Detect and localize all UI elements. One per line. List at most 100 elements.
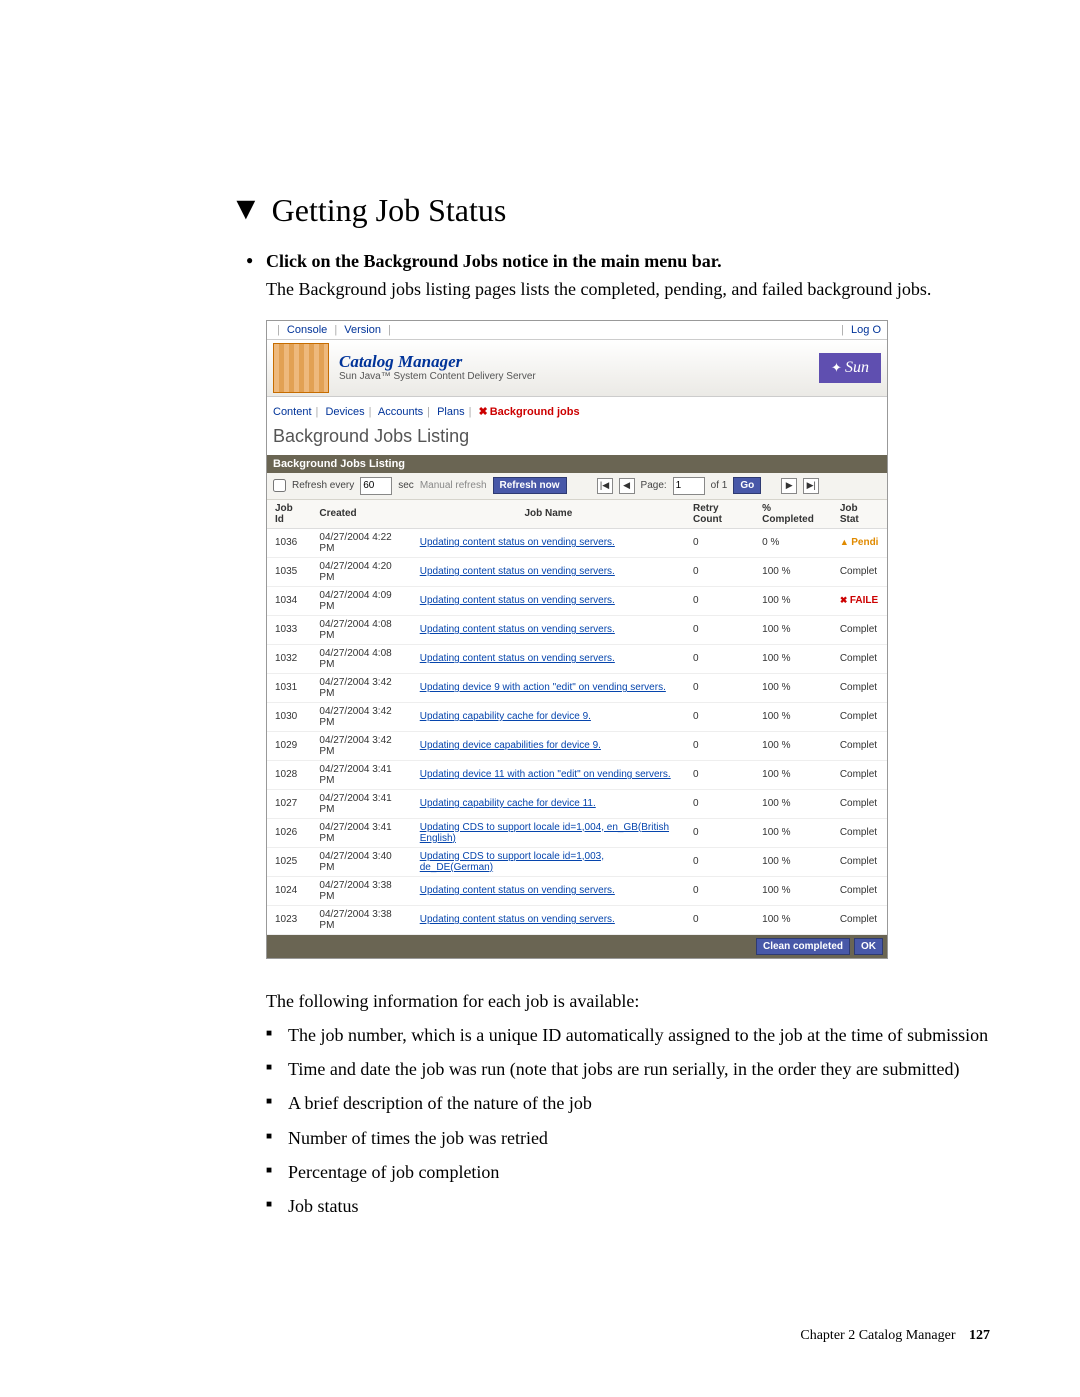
cell-jobname[interactable]: Updating CDS to support locale id=1,003,…	[412, 847, 685, 876]
page-input[interactable]	[673, 477, 705, 495]
cell-state: Complet	[832, 673, 887, 702]
cell-jobid: 1028	[267, 760, 311, 789]
table-row: 103204/27/2004 4:08 PMUpdating content s…	[267, 644, 887, 673]
cell-jobname[interactable]: Updating content status on vending serve…	[412, 528, 685, 557]
tab-accounts[interactable]: Accounts	[378, 406, 423, 418]
ss-header: Catalog Manager Sun Java™ System Content…	[267, 340, 887, 397]
cell-created: 04/27/2004 4:20 PM	[311, 557, 411, 586]
cell-pct: 100 %	[754, 876, 832, 905]
tab-plans[interactable]: Plans	[437, 406, 465, 418]
page-label: Page:	[641, 480, 667, 491]
nav-version[interactable]: Version	[344, 324, 381, 336]
cell-jobname[interactable]: Updating content status on vending serve…	[412, 876, 685, 905]
cell-jobid: 1033	[267, 615, 311, 644]
cell-pct: 100 %	[754, 760, 832, 789]
cell-jobid: 1030	[267, 702, 311, 731]
cell-retry: 0	[685, 760, 754, 789]
cell-jobname[interactable]: Updating content status on vending serve…	[412, 644, 685, 673]
list-item: Percentage of job completion	[266, 1160, 990, 1184]
clean-completed-button[interactable]: Clean completed	[756, 938, 850, 955]
ss-panel-title: Background Jobs Listing	[267, 455, 887, 473]
cell-jobid: 1025	[267, 847, 311, 876]
cell-pct: 100 %	[754, 615, 832, 644]
tab-content[interactable]: Content	[273, 406, 312, 418]
table-row: 102704/27/2004 3:41 PMUpdating capabilit…	[267, 789, 887, 818]
footer-chapter: Chapter 2 Catalog Manager	[800, 1328, 955, 1343]
cell-created: 04/27/2004 3:38 PM	[311, 905, 411, 934]
go-button[interactable]: Go	[733, 477, 761, 494]
cell-created: 04/27/2004 3:42 PM	[311, 673, 411, 702]
cell-state: Complet	[832, 905, 887, 934]
nav-logout[interactable]: Log O	[851, 324, 881, 336]
table-row: 103304/27/2004 4:08 PMUpdating content s…	[267, 615, 887, 644]
cell-pct: 100 %	[754, 557, 832, 586]
table-row: 103604/27/2004 4:22 PMUpdating content s…	[267, 528, 887, 557]
cell-retry: 0	[685, 615, 754, 644]
triangle-icon: ▼	[230, 190, 262, 227]
refresh-seconds-input[interactable]	[360, 477, 392, 495]
cell-retry: 0	[685, 644, 754, 673]
manual-label: Manual refresh	[420, 480, 487, 491]
ss-footbar: Clean completed OK	[267, 935, 887, 958]
app-subtitle: Sun Java™ System Content Delivery Server	[339, 371, 536, 382]
cell-retry: 0	[685, 557, 754, 586]
cell-created: 04/27/2004 3:41 PM	[311, 818, 411, 847]
step-title: Click on the Background Jobs notice in t…	[266, 249, 990, 273]
th-jobname: Job Name	[412, 500, 685, 529]
cell-jobname[interactable]: Updating capability cache for device 9.	[412, 702, 685, 731]
ok-button[interactable]: OK	[854, 938, 883, 955]
cell-jobid: 1023	[267, 905, 311, 934]
cell-state: Complet	[832, 644, 887, 673]
cell-jobname[interactable]: Updating CDS to support locale id=1,004,…	[412, 818, 685, 847]
prev-page-icon[interactable]: ◀	[619, 478, 635, 494]
refresh-now-button[interactable]: Refresh now	[493, 477, 567, 494]
section-heading: ▼Getting Job Status	[230, 190, 990, 229]
next-page-icon[interactable]: ▶	[781, 478, 797, 494]
cell-jobid: 1029	[267, 731, 311, 760]
th-pct: % Completed	[754, 500, 832, 529]
cell-state: Complet	[832, 702, 887, 731]
auto-refresh-checkbox[interactable]	[273, 479, 286, 492]
list-item: Time and date the job was run (note that…	[266, 1057, 990, 1081]
of-label: of 1	[711, 480, 728, 491]
tab-devices[interactable]: Devices	[325, 406, 364, 418]
cell-created: 04/27/2004 3:40 PM	[311, 847, 411, 876]
cell-jobname[interactable]: Updating content status on vending serve…	[412, 586, 685, 615]
cell-jobid: 1034	[267, 586, 311, 615]
table-row: 103104/27/2004 3:42 PMUpdating device 9 …	[267, 673, 887, 702]
sun-logo-icon: Sun	[819, 353, 881, 383]
ss-tabs: Content| Devices| Accounts| Plans| ✖Back…	[267, 397, 887, 422]
cell-created: 04/27/2004 3:42 PM	[311, 731, 411, 760]
first-page-icon[interactable]: |◀	[597, 478, 613, 494]
step-block: Click on the Background Jobs notice in t…	[266, 249, 990, 302]
th-created: Created	[311, 500, 411, 529]
cell-created: 04/27/2004 3:41 PM	[311, 760, 411, 789]
cell-jobname[interactable]: Updating capability cache for device 11.	[412, 789, 685, 818]
cell-jobname[interactable]: Updating device 9 with action "edit" on …	[412, 673, 685, 702]
table-row: 102804/27/2004 3:41 PMUpdating device 11…	[267, 760, 887, 789]
tab-background-jobs[interactable]: ✖Background jobs	[479, 406, 580, 418]
cell-jobid: 1024	[267, 876, 311, 905]
cell-jobname[interactable]: Updating content status on vending serve…	[412, 557, 685, 586]
cell-jobname[interactable]: Updating content status on vending serve…	[412, 905, 685, 934]
cell-jobname[interactable]: Updating content status on vending serve…	[412, 615, 685, 644]
cell-jobid: 1032	[267, 644, 311, 673]
table-row: 103404/27/2004 4:09 PMUpdating content s…	[267, 586, 887, 615]
cell-pct: 100 %	[754, 586, 832, 615]
cell-jobname[interactable]: Updating device capabilities for device …	[412, 731, 685, 760]
cell-jobname[interactable]: Updating device 11 with action "edit" on…	[412, 760, 685, 789]
cell-state: Complet	[832, 876, 887, 905]
nav-console[interactable]: Console	[287, 324, 327, 336]
last-page-icon[interactable]: ▶|	[803, 478, 819, 494]
cell-state: Complet	[832, 557, 887, 586]
app-title: Catalog Manager	[339, 353, 536, 372]
cell-state: Complet	[832, 615, 887, 644]
cell-state: Complet	[832, 731, 887, 760]
cell-retry: 0	[685, 702, 754, 731]
th-jobid: Job Id	[267, 500, 311, 529]
cell-created: 04/27/2004 4:08 PM	[311, 615, 411, 644]
cell-pct: 100 %	[754, 644, 832, 673]
footer-page-number: 127	[969, 1328, 990, 1343]
list-item: The job number, which is a unique ID aut…	[266, 1023, 990, 1047]
info-list: The job number, which is a unique ID aut…	[266, 1023, 990, 1219]
